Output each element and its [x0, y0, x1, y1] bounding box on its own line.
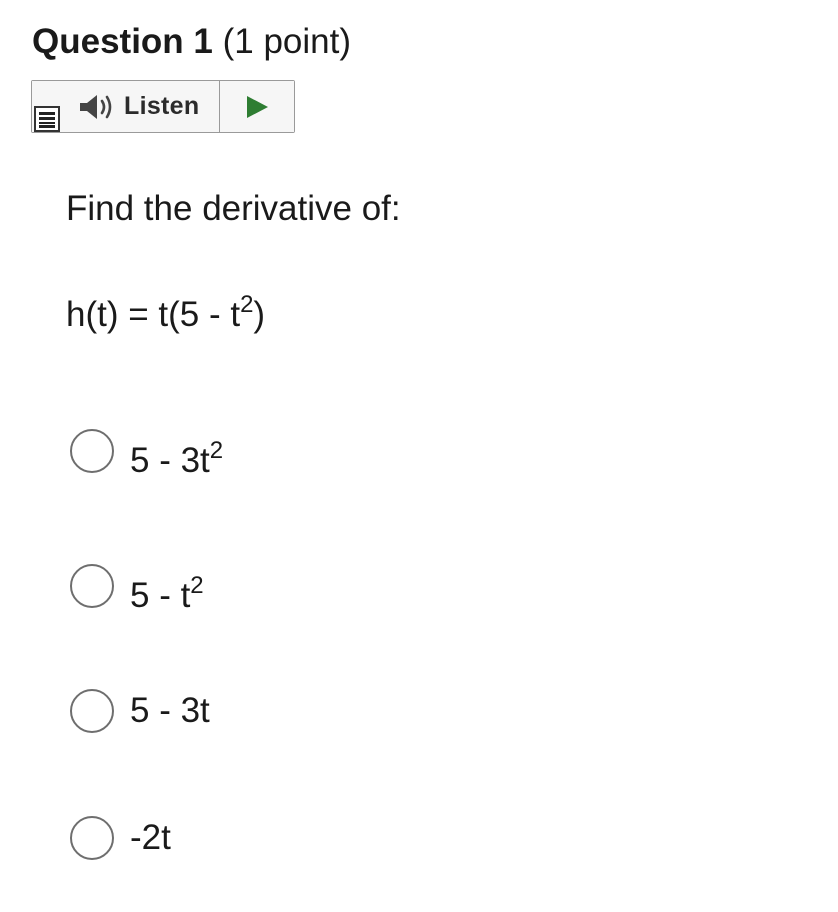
radio-button[interactable]: [70, 564, 114, 608]
listen-menu-toggle[interactable]: [32, 81, 66, 132]
answer-option-3[interactable]: 5 - 3t: [70, 688, 210, 734]
radio-button[interactable]: [70, 429, 114, 473]
speaker-icon: [80, 94, 112, 119]
answer-option-4[interactable]: -2t: [70, 815, 171, 861]
play-icon: [247, 95, 268, 118]
function-base: h(t) = t(5 - t: [66, 295, 241, 334]
radio-button[interactable]: [70, 689, 114, 733]
option-label: 5 - 3t2: [130, 437, 224, 481]
question-header: Question 1 (1 point): [32, 20, 351, 64]
menu-icon: [34, 106, 60, 132]
answer-option-1[interactable]: 5 - 3t2: [70, 418, 223, 484]
listen-toolbar: Listen: [31, 80, 295, 133]
radio-button[interactable]: [70, 816, 114, 860]
option-label: 5 - 3t: [130, 691, 210, 730]
play-button[interactable]: [220, 81, 294, 132]
option-label: 5 - t2: [130, 572, 204, 616]
function-exponent: 2: [240, 291, 254, 318]
option-label: -2t: [130, 818, 171, 857]
question-prompt: Find the derivative of:: [66, 189, 401, 228]
function-close: ): [253, 295, 266, 334]
question-points: (1 point): [222, 22, 352, 61]
listen-label: Listen: [124, 92, 200, 120]
answer-option-2[interactable]: 5 - t2: [70, 553, 204, 619]
question-title: Question 1: [32, 22, 213, 61]
listen-button[interactable]: Listen: [66, 81, 220, 132]
function-expression: h(t) = t(5 - t2): [66, 292, 265, 338]
